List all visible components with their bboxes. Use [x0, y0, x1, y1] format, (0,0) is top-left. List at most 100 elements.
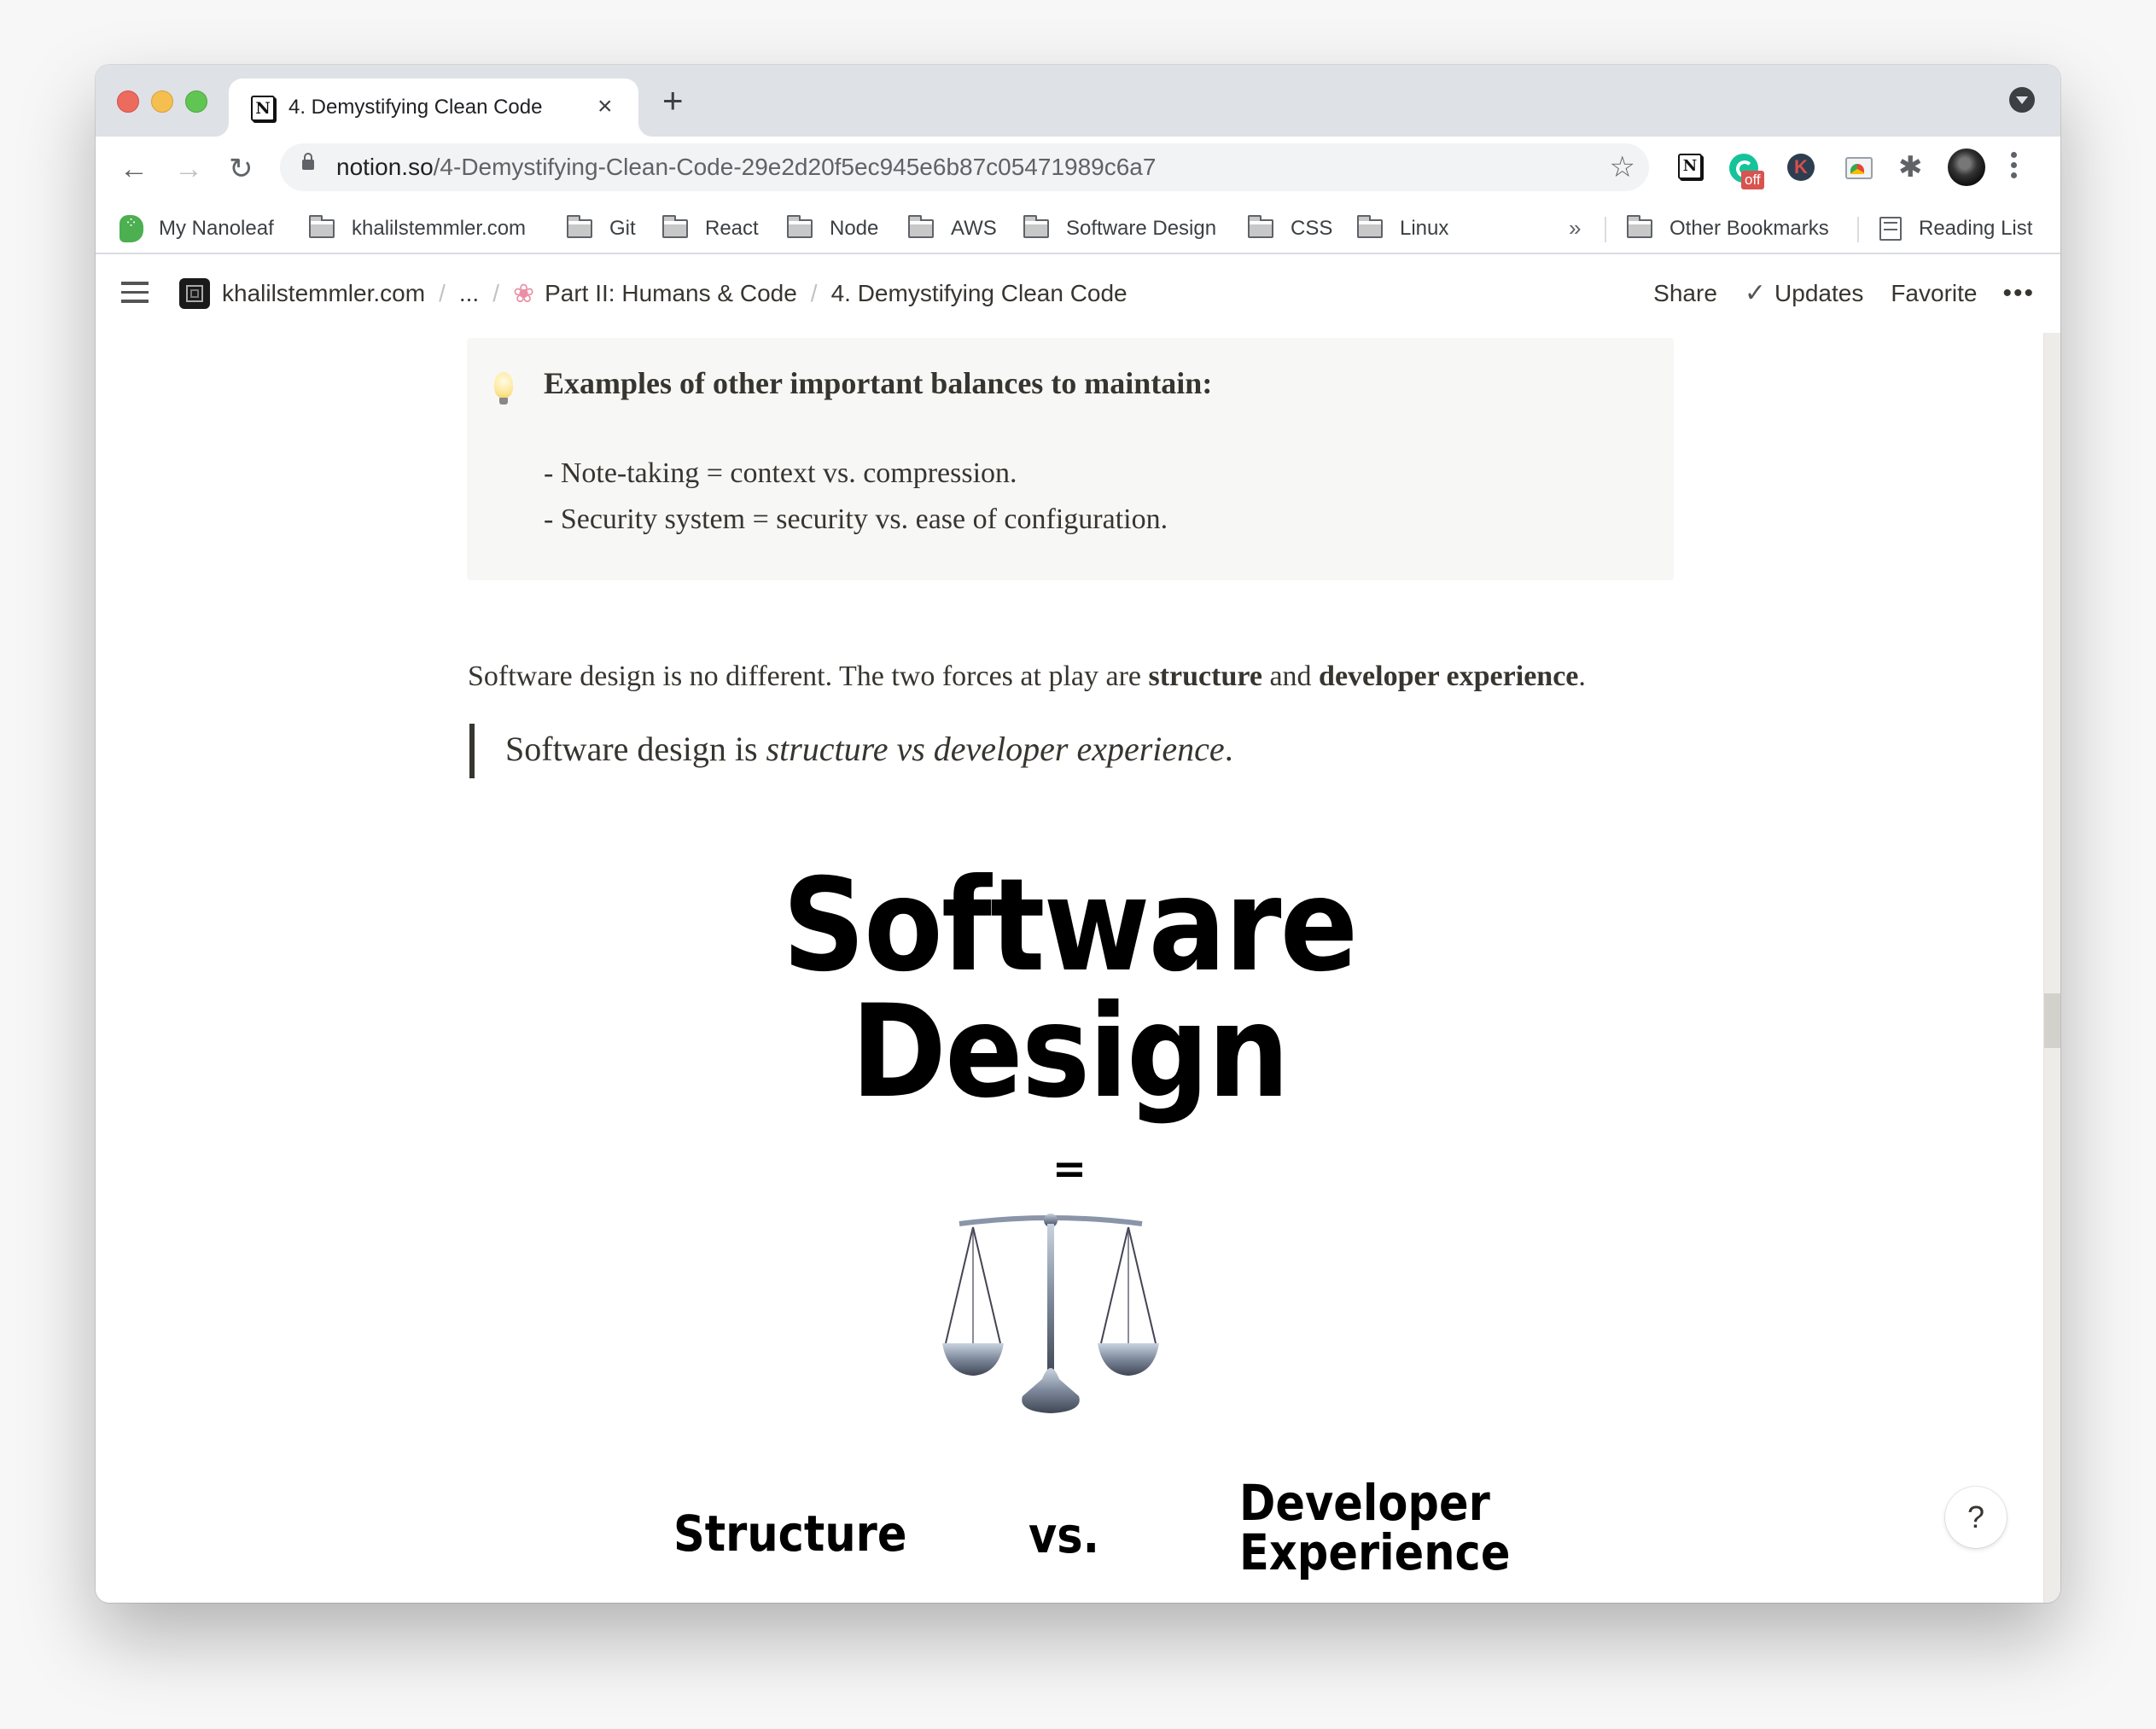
bookmark-label: Other Bookmarks: [1669, 217, 1829, 240]
quote-text: Software design is: [505, 730, 766, 768]
paragraph-text: and: [1262, 661, 1320, 692]
new-tab-button[interactable]: +: [662, 83, 684, 119]
image-title-line1: Software: [782, 852, 1359, 1000]
minimize-window-button[interactable]: [151, 90, 173, 113]
image-label-line: Developer: [1239, 1474, 1490, 1532]
favorite-button[interactable]: Favorite: [1891, 280, 1977, 307]
bookmark-other-bookmarks[interactable]: Other Bookmarks: [1627, 215, 1829, 242]
bookmark-react[interactable]: React: [662, 215, 759, 242]
folder-icon: [1023, 215, 1049, 238]
image-label-line: Experience: [1239, 1523, 1511, 1581]
folder-icon: [309, 215, 335, 238]
lightbulb-icon[interactable]: [494, 372, 513, 405]
breadcrumb-ellipsis[interactable]: ...: [459, 280, 479, 307]
help-button[interactable]: ?: [1945, 1487, 2007, 1548]
updates-button[interactable]: ✓ Updates: [1745, 278, 1863, 308]
bookmark-software-design[interactable]: Software Design: [1023, 215, 1216, 242]
bold-structure: structure: [1148, 661, 1262, 692]
quote-italic-text: structure vs developer experience: [766, 730, 1225, 768]
paragraph-text: .: [1578, 661, 1586, 692]
bookmark-label: AWS: [951, 217, 997, 240]
callout-line: - Note-taking = context vs. compression.: [544, 457, 1017, 489]
folder-icon: [1248, 215, 1273, 238]
notion-topbar: khalilstemmler.com / ... / ❀ Part II: Hu…: [96, 254, 2060, 333]
more-options-icon[interactable]: •••: [2002, 279, 2035, 308]
cast-icon[interactable]: [1845, 157, 1873, 179]
notion-icon: N: [251, 96, 275, 121]
bookmark-label: React: [705, 217, 759, 240]
breadcrumb-separator: /: [492, 280, 499, 306]
back-button[interactable]: ←: [119, 152, 149, 186]
folder-icon: [1627, 215, 1652, 238]
close-tab-button[interactable]: ×: [597, 92, 613, 121]
breadcrumb-workspace[interactable]: khalilstemmler.com: [222, 280, 425, 307]
bookmark-linux[interactable]: Linux: [1357, 215, 1448, 242]
sidebar-toggle-icon[interactable]: [121, 282, 149, 309]
scrollbar-thumb[interactable]: [2044, 993, 2060, 1048]
forward-button[interactable]: →: [174, 152, 203, 186]
notion-extension-icon[interactable]: N: [1678, 154, 1702, 179]
callout-title: Examples of other important balances to …: [544, 366, 1213, 400]
brain-icon: ❀: [512, 279, 535, 308]
callout-block[interactable]: Examples of other important balances to …: [467, 338, 1674, 580]
browser-menu-icon[interactable]: [2011, 152, 2018, 183]
breadcrumb-current-page[interactable]: 4. Demystifying Clean Code: [831, 280, 1128, 307]
bookmark-divider: [1605, 217, 1606, 242]
folder-icon: [787, 215, 813, 238]
breadcrumb: khalilstemmler.com / ... / ❀ Part II: Hu…: [179, 278, 1128, 309]
breadcrumb-part-ii[interactable]: Part II: Humans & Code: [545, 280, 797, 307]
quote-block[interactable]: Software design is structure vs develope…: [505, 729, 1233, 769]
bookmarks-overflow-button[interactable]: »: [1569, 215, 1581, 242]
extensions-puzzle-icon[interactable]: ✱: [1898, 152, 1923, 183]
image-block[interactable]: Software Design = Structure vs. Develope…: [96, 862, 2043, 1603]
bookmarks-bar: My Nanoleaf khalilstemmler.com Git React…: [96, 205, 2060, 254]
browser-window: N 4. Demystifying Clean Code × + ← → ↻ n…: [96, 65, 2060, 1603]
browser-toolbar: ← → ↻ notion.so/4-Demystifying-Clean-Cod…: [96, 137, 2060, 205]
paragraph-block[interactable]: Software design is no different. The two…: [468, 661, 1586, 693]
bookmark-aws[interactable]: AWS: [908, 215, 997, 242]
balance-scale-icon: [942, 1214, 1159, 1413]
reading-list-button[interactable]: Reading List: [1879, 215, 2032, 242]
share-button[interactable]: Share: [1653, 280, 1717, 307]
bookmark-my-nanoleaf[interactable]: My Nanoleaf: [119, 214, 274, 242]
bookmark-node[interactable]: Node: [787, 215, 878, 242]
paragraph-text: Software design is no different. The two…: [468, 661, 1149, 692]
maximize-window-button[interactable]: [185, 90, 207, 113]
bookmark-label: My Nanoleaf: [159, 217, 274, 240]
bookmark-label: khalilstemmler.com: [352, 217, 527, 240]
bookmark-css[interactable]: CSS: [1248, 215, 1332, 242]
bold-developer-experience: developer experience: [1319, 661, 1579, 692]
extension-off-badge: off: [1741, 171, 1764, 189]
k-extension-icon[interactable]: K: [1787, 154, 1815, 181]
workspace-icon: [179, 278, 210, 309]
profile-avatar[interactable]: [1948, 148, 1985, 186]
vertical-scrollbar[interactable]: [2043, 333, 2060, 1603]
tab-strip: N 4. Demystifying Clean Code × +: [96, 65, 2060, 137]
nanoleaf-icon: [119, 214, 143, 242]
image-title-line2: Design: [850, 978, 1290, 1126]
bookmark-label: CSS: [1291, 217, 1333, 240]
tab-active[interactable]: N 4. Demystifying Clean Code ×: [229, 79, 638, 137]
bookmark-star-icon[interactable]: ☆: [1610, 150, 1635, 184]
bookmark-git[interactable]: Git: [567, 215, 636, 242]
updates-label: Updates: [1774, 279, 1864, 306]
image-label-developer-experience: Developer Experience: [1239, 1478, 1510, 1577]
tab-search-icon[interactable]: [2009, 87, 2035, 113]
folder-icon: [662, 215, 688, 238]
lock-icon[interactable]: [302, 153, 314, 170]
page-content: Examples of other important balances to …: [96, 333, 2043, 1603]
reload-button[interactable]: ↻: [229, 152, 253, 186]
bookmark-label: Node: [830, 217, 879, 240]
address-bar[interactable]: notion.so/4-Demystifying-Clean-Code-29e2…: [280, 143, 1649, 191]
bookmark-label: Linux: [1400, 217, 1449, 240]
callout-line: - Security system = security vs. ease of…: [544, 504, 1168, 535]
reading-list-label: Reading List: [1919, 217, 2033, 240]
bookmark-khalilstemmler[interactable]: khalilstemmler.com: [309, 215, 526, 242]
image-label-structure: Structure: [673, 1505, 907, 1563]
folder-icon: [567, 215, 592, 238]
breadcrumb-separator: /: [439, 280, 446, 306]
image-label-vs: vs.: [1028, 1506, 1100, 1564]
bookmark-divider: [1857, 217, 1859, 242]
url-text[interactable]: notion.so/4-Demystifying-Clean-Code-29e2…: [336, 154, 1156, 181]
close-window-button[interactable]: [117, 90, 139, 113]
